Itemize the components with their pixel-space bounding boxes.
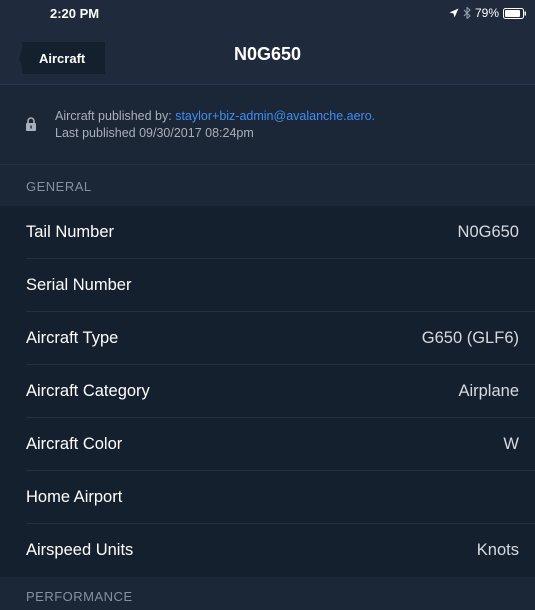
row-value: Airplane [458, 382, 519, 400]
row-airspeed-units[interactable]: Airspeed Units Knots [0, 524, 535, 577]
row-tail-number[interactable]: Tail Number N0G650 [0, 206, 535, 259]
navigation-bar: Aircraft N0G650 [0, 28, 535, 85]
row-value: N0G650 [457, 223, 519, 241]
row-value: Knots [476, 541, 519, 559]
status-indicators: 79% [449, 6, 527, 20]
row-aircraft-category[interactable]: Aircraft Category Airplane [0, 365, 535, 418]
row-home-airport[interactable]: Home Airport [0, 471, 535, 524]
section-header-performance: PERFORMANCE [0, 577, 535, 610]
row-serial-number[interactable]: Serial Number [0, 259, 535, 312]
status-bar: 2:20 PM 79% [0, 0, 535, 28]
row-label: Serial Number [26, 276, 132, 294]
general-settings-list: Tail Number N0G650 Serial Number Aircraf… [0, 206, 535, 577]
status-time: 2:20 PM [50, 6, 100, 21]
row-label: Airspeed Units [26, 541, 134, 559]
page-title: N0G650 [233, 44, 302, 64]
location-arrow-icon [449, 8, 459, 18]
publisher-email-link[interactable]: staylor+biz-admin@avalanche.aero. [175, 109, 375, 123]
row-aircraft-color[interactable]: Aircraft Color W [0, 418, 535, 471]
published-by-text: Aircraft published by: staylor+biz-admin… [55, 109, 375, 123]
section-header-label: GENERAL [26, 179, 92, 194]
last-published-text: Last published 09/30/2017 08:24pm [55, 126, 254, 140]
row-label: Aircraft Type [26, 329, 119, 347]
section-header-general: GENERAL [0, 165, 535, 207]
row-label: Tail Number [26, 223, 115, 241]
lock-icon [26, 117, 36, 131]
published-by-label: Aircraft published by: [55, 109, 176, 123]
row-value: W [503, 435, 519, 453]
screen: 2:20 PM 79% Aircraft N0G650 Aircraft pub… [0, 0, 535, 610]
bluetooth-icon [463, 7, 471, 19]
published-info-banner: Aircraft published by: staylor+biz-admin… [0, 85, 535, 165]
battery-icon [503, 7, 526, 19]
row-value: G650 (GLF6) [421, 329, 519, 347]
row-aircraft-type[interactable]: Aircraft Type G650 (GLF6) [0, 312, 535, 365]
battery-percent: 79% [474, 6, 499, 20]
row-label: Home Airport [26, 488, 123, 506]
row-label: Aircraft Color [26, 435, 123, 453]
row-label: Aircraft Category [26, 382, 150, 400]
section-header-label: PERFORMANCE [26, 589, 133, 604]
